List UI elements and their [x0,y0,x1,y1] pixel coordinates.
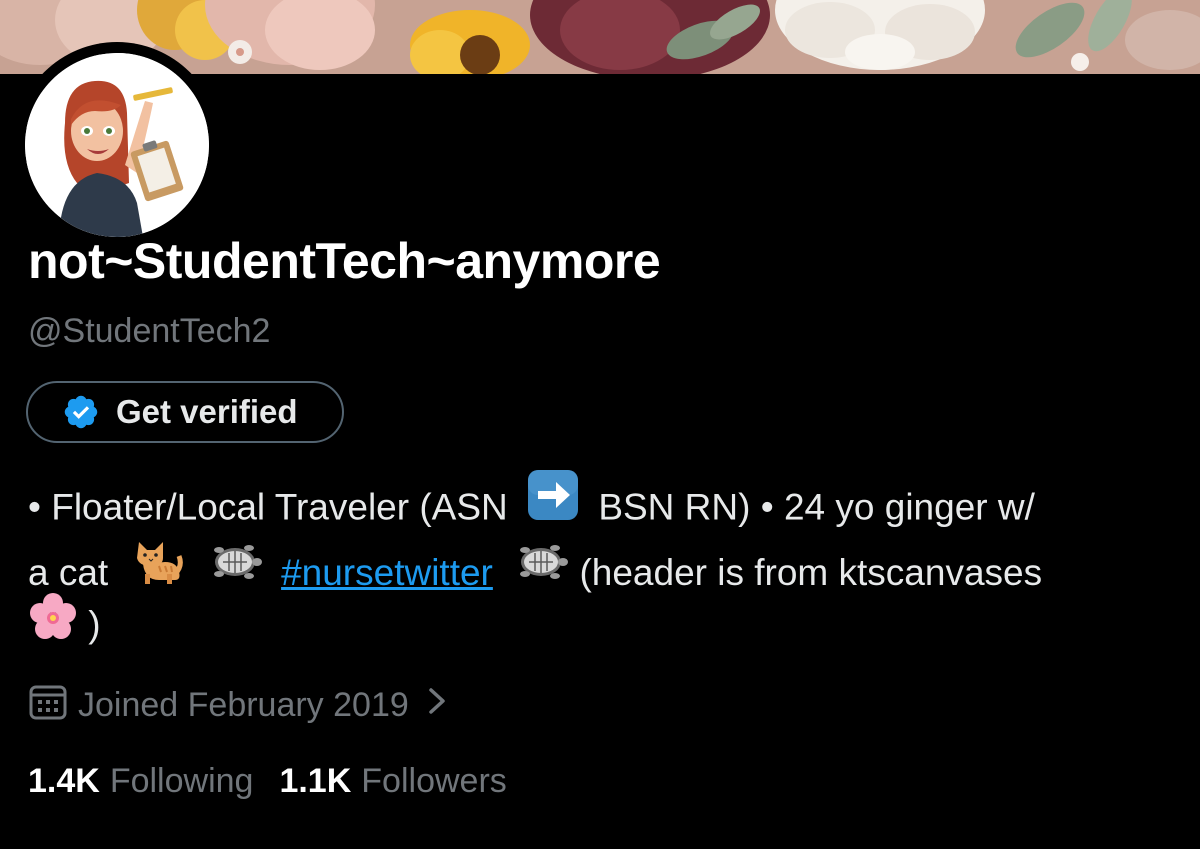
profile-avatar[interactable] [14,42,220,248]
get-verified-button[interactable]: Get verified [26,381,344,443]
verified-badge-icon [62,393,100,431]
profile-bio: • Floater/Local Traveler (ASN BSN RN) • … [28,470,1188,645]
joined-date-text: Joined February 2019 [78,685,409,724]
following-count: 1.4K [28,762,100,800]
bio-text: (header is from ktscanvases [579,552,1043,593]
turtle-emoji-icon [193,538,263,605]
user-handle: @StudentTech2 [28,312,271,350]
bio-line-1: • Floater/Local Traveler (ASN BSN RN) • … [28,470,1188,539]
bio-text: a cat [28,552,109,593]
cherry-blossom-emoji-icon [28,592,78,654]
bio-text: ) [88,603,101,645]
bio-text: BSN RN) • 24 yo ginger w/ [598,486,1035,528]
followers-link[interactable]: 1.1K Followers [279,762,506,801]
display-name: not~StudentTech~anymore [28,233,661,289]
bio-line-3: ) [28,593,1188,645]
right-arrow-emoji-icon [518,468,588,543]
chevron-right-icon [409,686,449,725]
turtle-emoji-icon [503,538,569,605]
bio-text: • Floater/Local Traveler (ASN [28,486,508,528]
follow-stats: 1.4K Following 1.1K Followers [28,762,533,801]
following-link[interactable]: 1.4K Following [28,762,253,801]
followers-label: Followers [361,762,507,800]
avatar-image [25,53,209,237]
hashtag-link[interactable]: #nursetwitter [281,552,493,593]
get-verified-label: Get verified [116,393,298,430]
profile-page: not~StudentTech~anymore @StudentTech2 Ge… [0,0,1200,849]
followers-count: 1.1K [279,762,352,800]
following-label: Following [109,762,254,800]
calendar-icon [28,681,78,730]
joined-date-row[interactable]: Joined February 2019 [28,683,449,727]
